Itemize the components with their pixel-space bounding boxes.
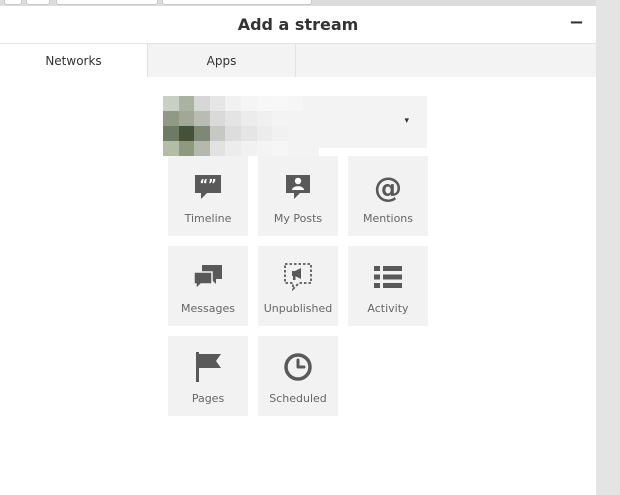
stream-label: My Posts [273,212,323,225]
avatar-pixel [287,96,304,111]
stream-messages-button[interactable]: Messages [168,246,248,326]
avatar [163,96,319,156]
right-gutter [596,0,620,495]
avatar-pixel [241,126,257,141]
avatar-pixel [178,96,195,111]
at-sign-icon: @ [372,171,404,203]
stream-my-posts-button[interactable]: My Posts [258,156,338,236]
avatar-pixel [178,111,195,126]
stream-mentions-button[interactable]: @ Mentions [348,156,428,236]
avatar-pixel [287,126,304,141]
avatar-pixel [163,96,179,111]
list-icon [372,261,404,293]
avatar-pixel [225,141,241,156]
flag-icon [192,351,224,383]
stream-label: Activity [367,302,409,315]
avatar-pixel [194,126,210,141]
avatar-pixel [225,111,241,126]
avatar-pixel [209,141,226,156]
panel-header: Add a stream − [0,6,596,44]
avatar-pixel [194,96,210,111]
user-post-icon [282,171,314,203]
avatar-pixel [256,126,273,141]
stream-timeline-button[interactable]: “” Timeline [168,156,248,236]
stream-unpublished-button[interactable]: Unpublished [258,246,338,326]
avatar-pixel [303,126,319,141]
tab-bar: Networks Apps [0,44,596,77]
avatar-pixel [178,141,195,156]
stream-label: Messages [181,302,235,315]
background-tab-stub [4,0,22,5]
avatar-pixel [287,111,304,126]
tab-bar-fill [296,44,596,77]
tab-networks[interactable]: Networks [0,44,148,77]
minimize-button[interactable]: − [569,14,584,32]
avatar-pixel [303,96,319,111]
avatar-pixel [272,126,288,141]
svg-text:@: @ [374,172,402,202]
avatar-pixel [163,126,179,141]
avatar-pixel [303,141,319,156]
avatar-pixel [241,96,257,111]
avatar-pixel [225,126,241,141]
avatar-pixel [163,141,179,156]
avatar-pixel [287,141,304,156]
stream-label: Scheduled [269,392,327,405]
avatar-pixel [194,111,210,126]
stream-label: Timeline [184,212,232,225]
tab-apps[interactable]: Apps [148,44,296,77]
avatar-pixel [163,111,179,126]
background-tab-stub [162,0,312,5]
stream-scheduled-button[interactable]: Scheduled [258,336,338,416]
avatar-pixel [241,111,257,126]
panel-title: Add a stream [237,15,359,34]
stream-type-grid: “” Timeline My Posts @ Mentions Messages… [168,156,428,416]
avatar-pixel [178,126,195,141]
avatar-pixel [272,96,288,111]
quote-bubble-icon: “” [192,171,224,203]
avatar-pixel [209,126,226,141]
stream-label: Unpublished [263,302,333,315]
avatar-pixel [241,141,257,156]
avatar-pixel [209,111,226,126]
background-tab-stub [56,0,158,5]
avatar-pixel [272,111,288,126]
megaphone-dashed-icon [282,261,314,293]
avatar-pixel [225,96,241,111]
clock-icon [282,351,314,383]
stream-label: Pages [191,392,225,405]
chevron-down-icon: ▾ [404,116,409,126]
avatar-pixel [256,111,273,126]
avatar-pixel [272,141,288,156]
avatar-pixel [256,96,273,111]
avatar-pixel [194,141,210,156]
background-tab-stub [26,0,50,5]
avatar-pixel [209,96,226,111]
avatar-pixel [256,141,273,156]
stream-label: Mentions [362,212,414,225]
account-selector[interactable]: ▾ [163,96,427,156]
svg-text:“”: “” [199,178,216,193]
stream-activity-button[interactable]: Activity [348,246,428,326]
avatar-pixel [303,111,319,126]
stream-pages-button[interactable]: Pages [168,336,248,416]
chat-bubbles-icon [192,261,224,293]
